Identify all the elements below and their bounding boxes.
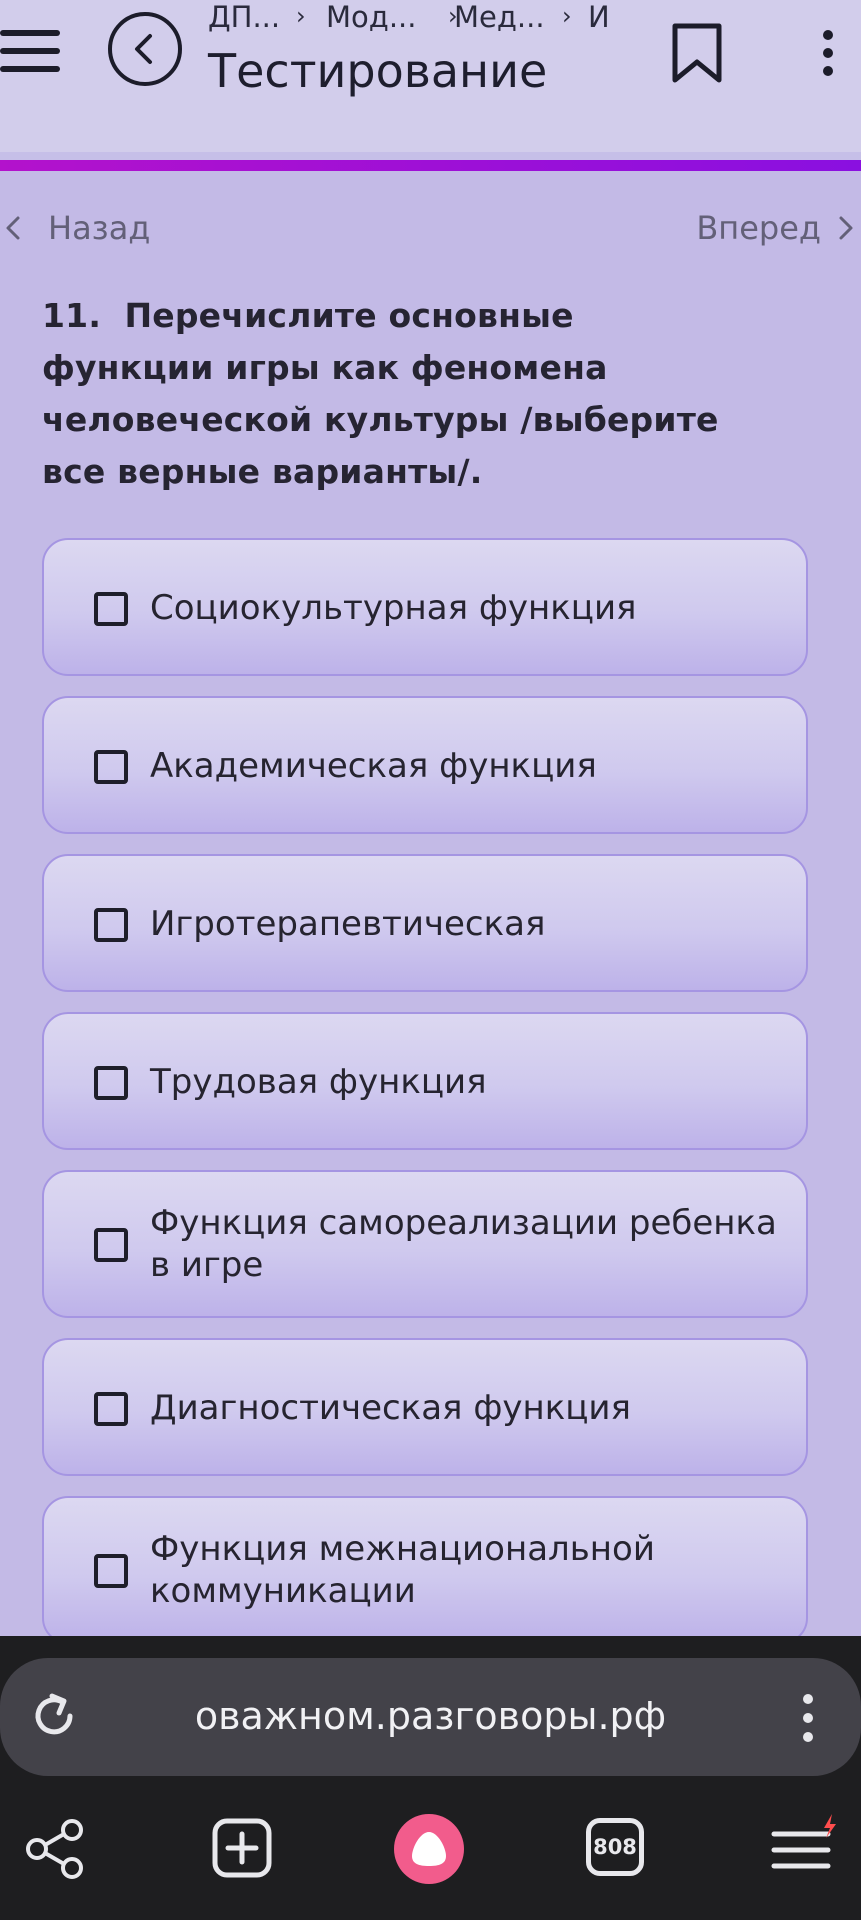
option-label: Академическая функция [150,746,597,786]
chevron-left-icon [6,216,20,240]
tabs-counter-button[interactable]: 808 [586,1818,644,1876]
new-tab-icon[interactable] [212,1818,272,1878]
page-title: Тестирование [208,44,548,98]
browser-menu-icon[interactable] [796,1693,820,1743]
option-label: Трудовая функция [150,1062,487,1102]
breadcrumb-item[interactable]: И [588,0,608,34]
option-label: Игротерапевтическая [150,904,546,944]
breadcrumb-item[interactable]: Мед... [454,0,545,34]
option-label: Функция межнациональной коммуникации [150,1529,655,1611]
tab-count: 808 [593,1835,637,1859]
url-text[interactable]: оважном.разговоры.рф [0,1694,861,1738]
option-label: Диагностическая функция [150,1388,631,1428]
answer-option[interactable]: Диагностическая функция [42,1338,808,1476]
nav-back-button[interactable]: Назад [0,205,150,251]
option-label: Социокультурная функция [150,588,637,628]
checkbox[interactable] [94,1554,128,1588]
progress-accent-line [0,160,861,171]
checkbox[interactable] [94,1228,128,1262]
checkbox[interactable] [94,908,128,942]
share-icon[interactable] [24,1818,86,1880]
hamburger-menu-icon[interactable] [0,30,60,74]
nav-back-label: Назад [48,209,151,247]
chevron-right-icon [839,216,853,240]
nav-forward-button[interactable]: Вперед [696,205,861,251]
question-text: 11. Перечислите основные функции игры ка… [42,290,742,498]
question-body: Перечислите основные функции игры как фе… [42,296,719,491]
breadcrumb: ДП... › Мод... › Мед... › И [208,0,608,38]
bookmark-icon[interactable] [670,22,724,86]
app-header: ДП... › Мод... › Мед... › И Тестирование [0,0,861,152]
checkbox[interactable] [94,1392,128,1426]
breadcrumb-separator-icon: › [296,2,306,30]
breadcrumb-separator-icon: › [562,2,572,30]
checkbox[interactable] [94,1066,128,1100]
question-number: 11. [42,296,102,335]
browser-bottom-bar: 808 [0,1800,861,1920]
chevron-left-icon [135,34,152,64]
back-button[interactable] [108,12,182,86]
answer-option[interactable]: Функция самореализации ребенка в игре [42,1170,808,1318]
checkbox[interactable] [94,750,128,784]
more-options-icon[interactable] [818,30,838,78]
answer-option[interactable]: Академическая функция [42,696,808,834]
breadcrumb-item[interactable]: Мод... [326,0,416,34]
checkbox[interactable] [94,592,128,626]
alice-assistant-icon[interactable] [394,1814,464,1884]
option-label: Функция самореализации ребенка в игре [150,1203,777,1285]
answer-option[interactable]: Функция межнациональной коммуникации [42,1496,808,1644]
nav-forward-label: Вперед [696,209,821,247]
answer-option[interactable]: Трудовая функция [42,1012,808,1150]
header-divider [0,152,861,160]
breadcrumb-item[interactable]: ДП... [208,0,280,34]
answer-option[interactable]: Игротерапевтическая [42,854,808,992]
menu-icon[interactable] [770,1812,842,1878]
answer-option[interactable]: Социокультурная функция [42,538,808,676]
